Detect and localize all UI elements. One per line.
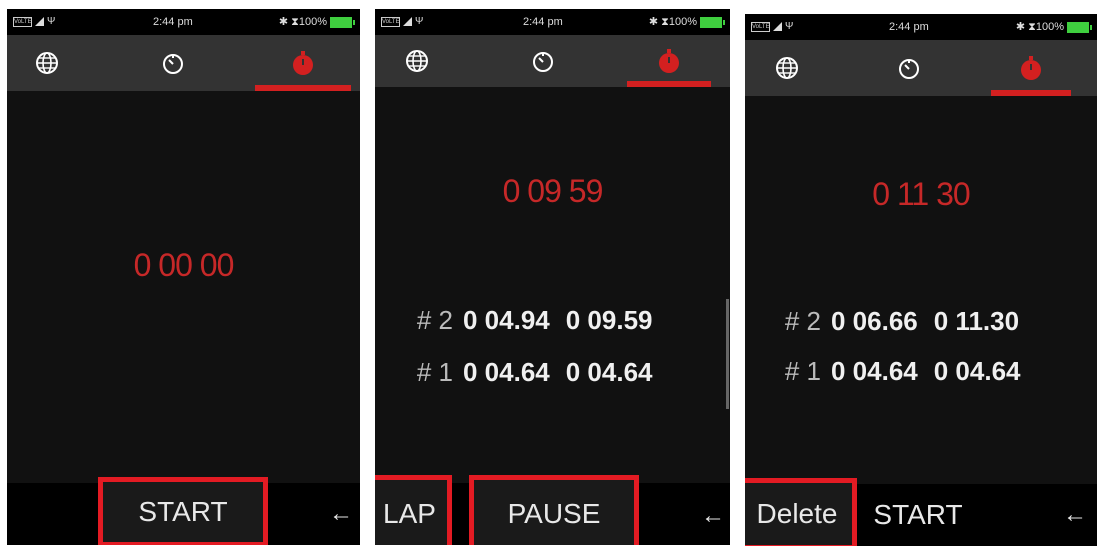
lap-total: 0 04.64 [933, 356, 1021, 386]
lap-split: 0 06.66 [831, 306, 918, 336]
battery-icon [330, 16, 355, 28]
tab-bar [7, 35, 360, 91]
lap-row: # 2 0 06.66 0 11.30 [745, 306, 1097, 337]
lap-total: 0 11.30 [933, 306, 1020, 336]
start-button[interactable]: START [863, 484, 973, 546]
lap-split: 0 04.64 [831, 356, 918, 386]
tab-world-clock[interactable] [387, 35, 447, 87]
battery-text: ✱ ⧗100% [1015, 21, 1064, 33]
usb-icon: Ψ [785, 21, 794, 32]
tab-stopwatch[interactable] [255, 35, 351, 91]
volte-chip: VoLTE [13, 16, 32, 27]
scrollbar[interactable] [726, 299, 729, 409]
stopwatch-time: 0 00 00 [133, 247, 235, 283]
signal-icon [403, 17, 412, 26]
battery-icon [1067, 21, 1092, 33]
stopwatch-time: 0 09 59 [502, 173, 604, 209]
signal-icon [773, 22, 782, 31]
status-clock: 2:44 pm [523, 16, 563, 28]
phone-screen-stopwatch-running: VoLTE Ψ 2:44 pm ✱ ⧗100% 0 09 59 # 2 0 04… [375, 9, 730, 545]
globe-icon [406, 50, 428, 72]
volte-chip: VoLTE [751, 21, 770, 32]
tab-world-clock[interactable] [757, 40, 817, 96]
tab-timer[interactable] [879, 40, 939, 96]
stopwatch-icon [659, 49, 679, 73]
delete-button[interactable]: Delete [745, 478, 857, 546]
timer-icon [899, 59, 919, 79]
bottom-action-bar: START ← [7, 477, 360, 545]
pause-button[interactable]: PAUSE [469, 475, 639, 545]
globe-icon [36, 52, 58, 74]
globe-icon [776, 57, 798, 79]
lap-split: 0 04.94 [463, 305, 550, 335]
back-arrow-icon[interactable]: ← [1063, 501, 1087, 529]
status-bar: VoLTE Ψ 2:44 pm ✱ ⧗100% [745, 14, 1097, 40]
lap-row: # 1 0 04.64 0 04.64 [375, 357, 730, 388]
status-clock: 2:44 pm [153, 16, 193, 28]
battery-text: ✱ ⧗100% [648, 16, 697, 28]
lap-button[interactable]: LAP [375, 475, 452, 545]
tab-world-clock[interactable] [17, 35, 77, 91]
lap-index: # 1 [784, 356, 821, 386]
usb-icon: Ψ [47, 16, 56, 27]
lap-total: 0 09.59 [565, 305, 653, 335]
timer-icon [533, 52, 553, 72]
volte-chip: VoLTE [381, 16, 400, 27]
start-button[interactable]: START [98, 477, 268, 545]
lap-index: # 2 [784, 306, 821, 336]
lap-index: # 2 [416, 305, 453, 335]
back-arrow-icon[interactable]: ← [329, 500, 353, 528]
lap-row: # 2 0 04.94 0 09.59 [375, 305, 730, 336]
active-tab-indicator [627, 81, 711, 87]
tab-bar [375, 35, 730, 87]
timer-icon [163, 54, 183, 74]
lap-total: 0 04.64 [565, 357, 653, 387]
bottom-action-bar: Delete START ← [745, 478, 1097, 546]
lap-split: 0 04.64 [463, 357, 550, 387]
stopwatch-icon [293, 51, 313, 75]
active-tab-indicator [255, 85, 351, 91]
active-tab-indicator [991, 90, 1071, 96]
tab-stopwatch[interactable] [627, 35, 711, 87]
stopwatch-time: 0 11 30 [872, 176, 970, 212]
usb-icon: Ψ [415, 16, 424, 27]
phone-screen-stopwatch-paused: VoLTE Ψ 2:44 pm ✱ ⧗100% 0 11 30 # 2 0 06… [745, 14, 1097, 546]
status-bar: VoLTE Ψ 2:44 pm ✱ ⧗100% [375, 9, 730, 35]
tab-bar [745, 40, 1097, 96]
battery-text: ✱ ⧗100% [278, 16, 327, 28]
status-clock: 2:44 pm [889, 21, 929, 33]
back-arrow-icon[interactable]: ← [701, 502, 725, 530]
tab-timer[interactable] [513, 35, 573, 87]
tab-timer[interactable] [143, 35, 203, 91]
stopwatch-icon [1021, 56, 1041, 80]
phone-screen-stopwatch-reset: VoLTE Ψ 2:44 pm ✱ ⧗100% 0 00 00 START ← [7, 9, 360, 545]
battery-icon [700, 16, 725, 28]
signal-icon [35, 17, 44, 26]
tab-stopwatch[interactable] [991, 40, 1071, 96]
status-bar: VoLTE Ψ 2:44 pm ✱ ⧗100% [7, 9, 360, 35]
lap-row: # 1 0 04.64 0 04.64 [745, 356, 1097, 387]
bottom-action-bar: LAP PAUSE ← [375, 475, 730, 545]
lap-index: # 1 [416, 357, 453, 387]
